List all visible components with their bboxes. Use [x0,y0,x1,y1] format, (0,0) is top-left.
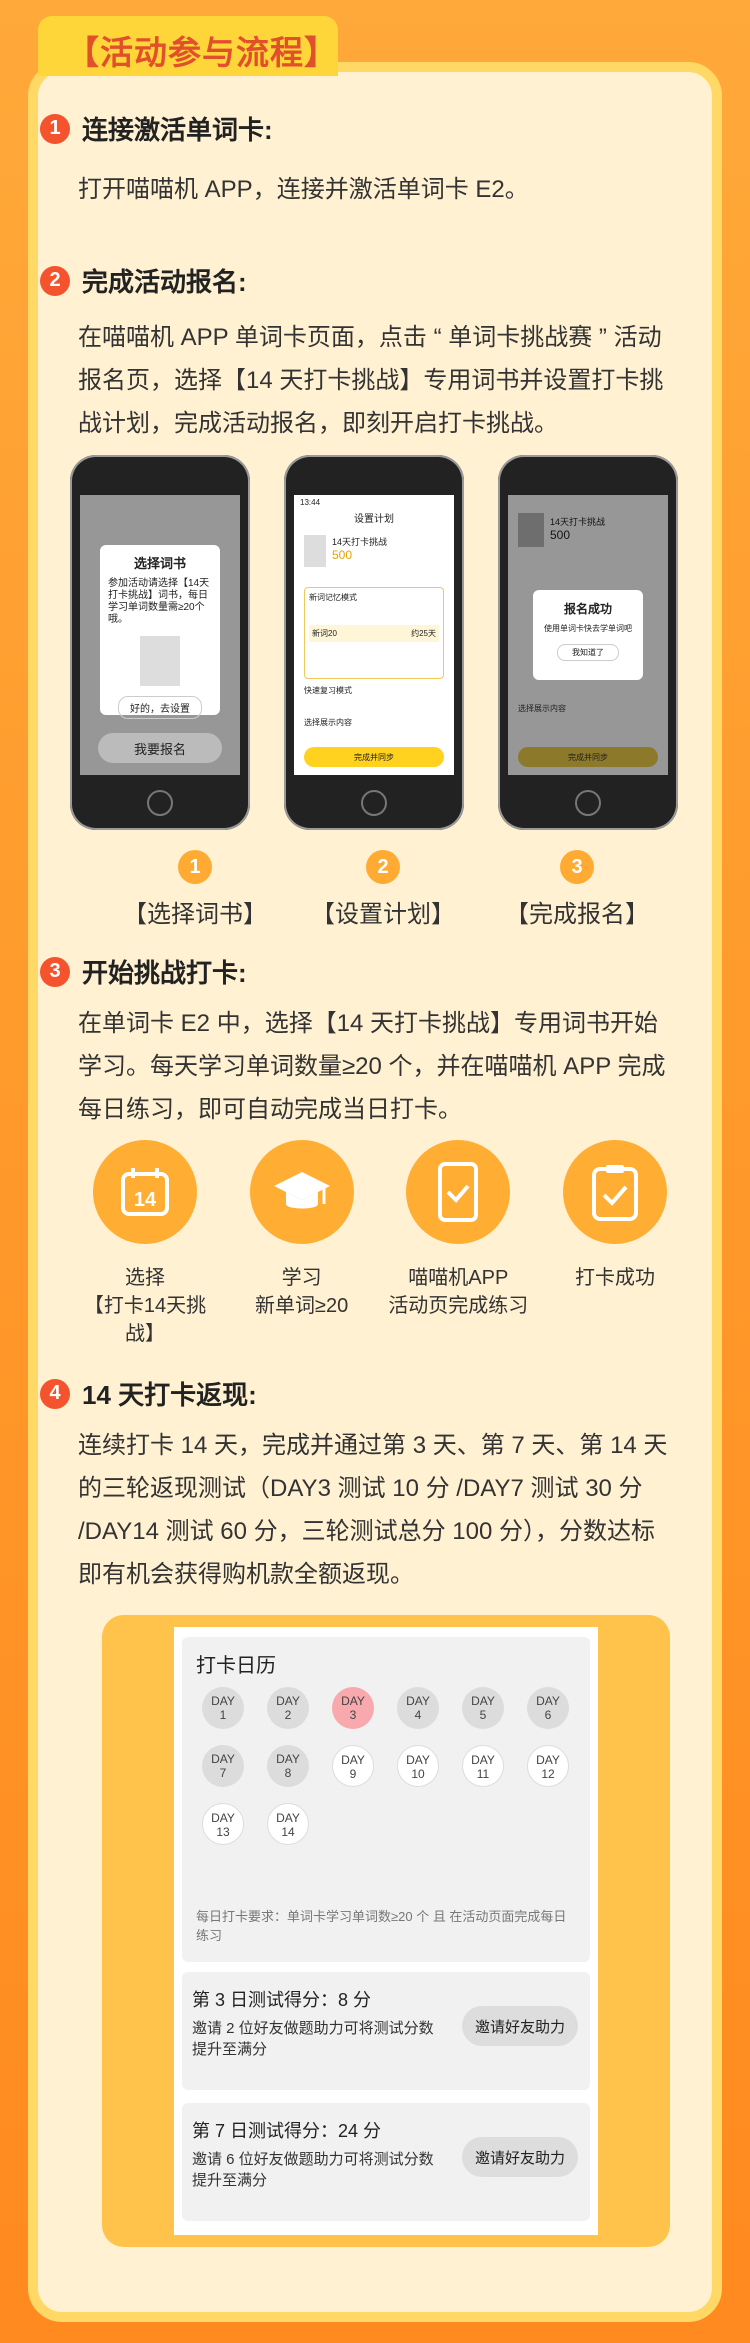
day7-score-card: 第 7 日测试得分：24 分 邀请 6 位好友做题助力可将测试分数提升至满分 邀… [182,2103,590,2221]
phone-select-book: 选择词书 参加活动请选择【14天打卡挑战】词书，每日学习单词数量需≥20个哦。 … [70,455,250,830]
success-modal: 报名成功 使用单词卡快去学单词吧 我知道了 [533,590,643,680]
step-number-badge: 2 [40,265,70,296]
calendar-day[interactable]: DAY 8 [267,1745,309,1787]
confirm-button[interactable]: 好的，去设置 [118,696,202,719]
step-4-desc: 连续打卡 14 天，完成并通过第 3 天、第 7 天、第 14 天的三轮返现测试… [78,1432,668,1588]
got-it-button[interactable]: 我知道了 [557,644,619,661]
phone-caption-2: 2 【设置计划】 [288,850,478,929]
book-cover-image [140,636,180,686]
step-2-desc: 在喵喵机 APP 单词卡页面，点击 “ 单词卡挑战赛 ” 活动报名页，选择【14… [78,324,664,437]
step-1-title: 1 连接激活单词卡: [40,110,273,147]
phone-check-icon [406,1140,511,1244]
phone-set-plan: 13:44 设置计划 14天打卡挑战 500 新词记忆模式 新词20 约25天 快速… [284,455,464,830]
step-3-title: 3 开始挑战打卡: [40,953,247,990]
review-mode-option[interactable]: 快速复习模式 [304,685,352,696]
flow-step-study: 学习 新单词≥20 [227,1140,377,1348]
section-title-tab: 【活动参与流程】 [38,16,338,76]
step-number-badge: 4 [40,1378,70,1409]
book-cover-image [304,535,326,567]
calendar-day[interactable]: DAY 5 [462,1687,504,1729]
phone-signup-done: 14天打卡挑战 500 报名成功 使用单词卡快去学单词吧 我知道了 选择展示内容 … [498,455,678,830]
calendar-day[interactable]: DAY 2 [267,1687,309,1729]
phone-caption-3: 3 【完成报名】 [482,850,672,929]
flow-icons-row: 14 选择 【打卡14天挑战】 学习 新单词≥20 喵喵机APP 活动页完成练习… [70,1140,690,1348]
calendar-day[interactable]: DAY 1 [202,1687,244,1729]
flow-step-practice: 喵喵机APP 活动页完成练习 [383,1140,533,1348]
step-1-desc: 打开喵喵机 APP，连接并激活单词卡 E2。 [78,176,529,203]
flow-step-select: 14 选择 【打卡14天挑战】 [70,1140,220,1348]
calendar-day[interactable]: DAY 7 [202,1745,244,1787]
phone-screens-row: 选择词书 参加活动请选择【14天打卡挑战】词书，每日学习单词数量需≥20个哦。 … [70,455,678,840]
calendar-day[interactable]: DAY 12 [527,1745,569,1787]
calendar-frame: 打卡日历 DAY 1 DAY 2 DAY 3 DAY 4 DAY 5 DAY 6 DAY 7 DAY 8 DAY… [102,1615,670,2247]
calendar-day[interactable]: DAY 6 [527,1687,569,1729]
finish-sync-button[interactable]: 完成并同步 [304,747,444,767]
graduation-cap-icon [249,1140,354,1244]
step-2-title: 2 完成活动报名: [40,262,247,299]
home-button [361,790,387,816]
step-number-badge: 3 [40,956,70,987]
phone-caption-1: 1 【选择词书】 [100,850,290,929]
calendar-day[interactable]: DAY 3 [332,1687,374,1729]
signup-button[interactable]: 我要报名 [98,733,222,763]
day3-score-card: 第 3 日测试得分：8 分 邀请 2 位好友做题助力可将测试分数提升至满分 邀请… [182,1972,590,2090]
memory-mode-option[interactable]: 新词记忆模式 新词20 约25天 [304,587,444,679]
flow-step-success: 打卡成功 [540,1140,690,1348]
calendar-day[interactable]: DAY 13 [202,1803,244,1845]
section-title: 【活动参与流程】 [66,34,338,71]
clipboard-check-icon [562,1140,667,1244]
svg-text:14: 14 [134,1189,157,1211]
step-number-badge: 1 [40,113,70,144]
select-book-modal: 选择词书 参加活动请选择【14天打卡挑战】词书，每日学习单词数量需≥20个哦。 … [100,545,220,719]
invite-friends-button[interactable]: 邀请好友助力 [462,2006,578,2046]
step-3-desc: 在单词卡 E2 中，选择【14 天打卡挑战】专用词书开始学习。每天学习单词数量≥… [78,1010,666,1123]
calendar-day[interactable]: DAY 9 [332,1745,374,1787]
invite-friends-button[interactable]: 邀请好友助力 [462,2137,578,2177]
step-4-title: 4 14 天打卡返现: [40,1375,257,1412]
calendar-day[interactable]: DAY 4 [397,1687,439,1729]
checkin-calendar: 打卡日历 DAY 1 DAY 2 DAY 3 DAY 4 DAY 5 DAY 6 DAY 7 DAY 8 DAY… [182,1637,590,1962]
calendar-14-icon: 14 [93,1140,197,1244]
calendar-day[interactable]: DAY 10 [397,1745,439,1787]
calendar-panel: 打卡日历 DAY 1 DAY 2 DAY 3 DAY 4 DAY 5 DAY 6 DAY 7 DAY 8 DAY… [174,1627,598,2235]
finish-sync-button[interactable]: 完成并同步 [518,747,658,767]
calendar-day[interactable]: DAY 14 [267,1803,309,1845]
home-button [147,790,173,816]
calendar-day[interactable]: DAY 11 [462,1745,504,1787]
home-button [575,790,601,816]
